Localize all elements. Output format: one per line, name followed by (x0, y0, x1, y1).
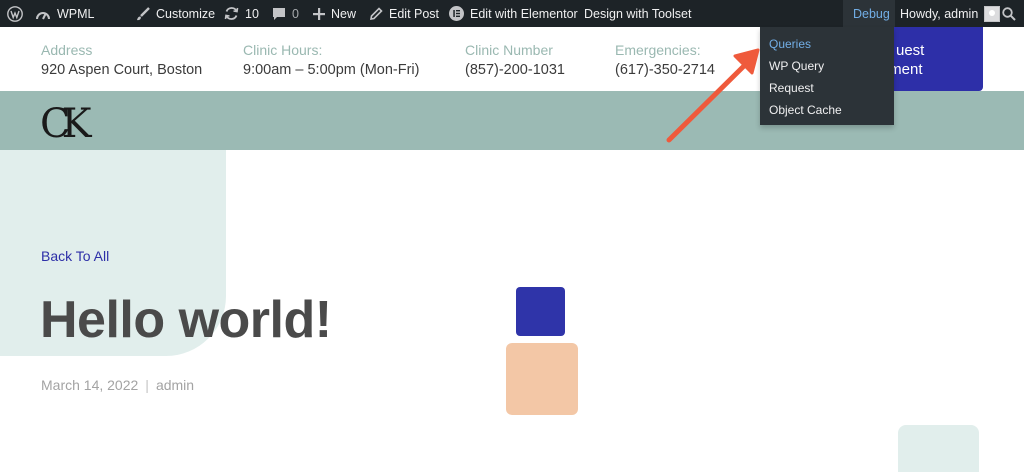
post-author[interactable]: admin (156, 377, 194, 393)
design-toolset-label: Design with Toolset (584, 6, 692, 21)
emergencies-value[interactable]: (617)-350-2714 (615, 60, 715, 80)
debug-menu-item-wp-query[interactable]: WP Query (760, 55, 894, 77)
back-to-all-link[interactable]: Back To All (41, 248, 109, 264)
comments-count: 0 (292, 6, 299, 21)
decorative-square-mint (898, 425, 979, 472)
debug-menu-item-object-cache[interactable]: Object Cache (760, 99, 894, 121)
debug-dropdown-menu: Queries WP Query Request Object Cache (760, 27, 894, 125)
decorative-square-peach (506, 343, 578, 415)
meta-separator: | (145, 377, 149, 393)
wp-admin-bar: WPML Customize 10 0 New Edit Post Edit w… (0, 0, 1024, 27)
comment-icon (273, 7, 285, 20)
site-logo[interactable]: CK (40, 101, 91, 147)
comments-button[interactable]: 0 (272, 0, 299, 27)
edit-elementor-label: Edit with Elementor (470, 6, 578, 21)
new-label: New (331, 6, 357, 21)
elementor-icon (449, 6, 464, 21)
dashboard-icon (36, 11, 50, 19)
my-account-button[interactable]: Howdy, admin (900, 0, 1001, 27)
hours-value: 9:00am – 5:00pm (Mon-Fri) (243, 62, 420, 78)
edit-post-label: Edit Post (389, 6, 440, 21)
customize-button[interactable]: Customize (136, 0, 215, 27)
clinic-number-label: Clinic Number (465, 42, 553, 58)
debug-menu-button[interactable]: Debug (843, 0, 895, 27)
post-date: March 14, 2022 (41, 377, 139, 393)
site-name-label: WPML (57, 6, 95, 21)
brush-icon (137, 6, 150, 20)
wordpress-icon (7, 5, 23, 22)
hours-label: Clinic Hours: (243, 42, 323, 58)
debug-menu-item-request[interactable]: Request (760, 77, 894, 99)
pencil-icon (370, 6, 383, 20)
customize-label: Customize (156, 6, 216, 21)
updates-icon (224, 7, 239, 20)
updates-button[interactable]: 10 (224, 0, 259, 27)
address-label: Address (41, 42, 93, 58)
decorative-square-blue (516, 287, 565, 336)
updates-count: 10 (245, 6, 259, 21)
avatar (984, 5, 1001, 22)
new-content-button[interactable]: New (313, 0, 356, 27)
emergencies-label: Emergencies: (615, 42, 701, 58)
post-title: Hello world! (40, 291, 332, 349)
clinic-number-value[interactable]: (857)-200-1031 (465, 60, 565, 80)
address-block: Address 920 Aspen Court, Boston (41, 41, 202, 80)
post-meta: March 14, 2022 | admin (41, 377, 194, 393)
design-toolset-button[interactable]: Design with Toolset (584, 0, 691, 27)
debug-menu-item-queries[interactable]: Queries (760, 33, 894, 55)
debug-label: Debug (853, 6, 890, 21)
site-name-button[interactable]: WPML (35, 0, 95, 27)
howdy-label: Howdy, admin (900, 6, 979, 21)
wordpress-logo-button[interactable] (7, 0, 23, 27)
emergencies-block: Emergencies: (617)-350-2714 (615, 41, 715, 80)
clinic-number-block: Clinic Number (857)-200-1031 (465, 41, 565, 80)
admin-search-button[interactable] (1002, 0, 1016, 27)
edit-post-button[interactable]: Edit Post (369, 0, 439, 27)
hours-block: Clinic Hours: 9:00am – 5:00pm (Mon-Fri) (243, 41, 419, 80)
plus-icon (313, 7, 325, 20)
edit-elementor-button[interactable]: Edit with Elementor (449, 0, 578, 27)
search-icon (1002, 6, 1016, 21)
address-value: 920 Aspen Court, Boston (41, 62, 203, 78)
